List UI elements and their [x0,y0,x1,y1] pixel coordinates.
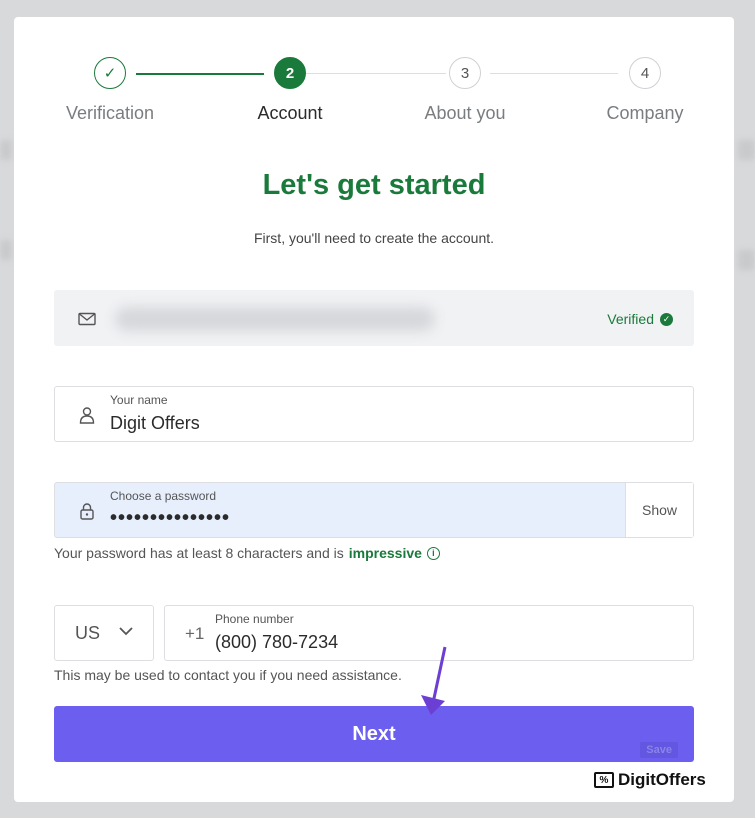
next-button[interactable]: Next Save [54,706,694,762]
verified-badge: Verified ✓ [607,311,673,327]
digitoffers-logo: % DigitOffers [594,770,706,790]
verified-label: Verified [607,311,654,327]
phone-prefix: +1 [185,624,205,643]
lock-icon [77,501,97,521]
save-tag: Save [640,742,678,758]
password-strength: impressive [348,545,422,561]
show-password-button[interactable]: Show [625,483,693,537]
password-input[interactable]: Choose a password ••••••••••••••• Show [54,482,694,538]
chevron-down-icon [118,623,134,644]
step-about-you[interactable]: 3 About you [385,57,545,124]
country-value: US [75,622,101,643]
redacted-email [115,307,435,331]
step-company[interactable]: 4 Company [565,57,725,124]
user-icon [77,405,97,425]
password-strength-hint: Your password has at least 8 characters … [54,545,440,561]
progress-stepper: ✓ Verification 2 Account 3 About you 4 C… [14,17,734,157]
page-title: Let's get started [262,169,486,201]
name-label: Your name [110,393,168,407]
name-input[interactable]: Your name Digit Offers [54,386,694,442]
check-circle-icon: ✓ [660,312,673,326]
step-label: About you [424,103,506,123]
phone-value: (800) 780-7234 [215,632,339,652]
signup-modal: ✓ Verification 2 Account 3 About you 4 C… [14,17,734,802]
phone-label: Phone number [215,612,294,626]
password-value: ••••••••••••••• [110,507,231,529]
step-number: 2 [274,57,306,89]
name-value: Digit Offers [110,413,200,433]
background-blur [0,240,12,260]
step-label: Verification [65,103,155,123]
next-label: Next [352,722,396,745]
step-number: 4 [629,57,661,89]
background-blur [738,250,755,270]
step-account[interactable]: 2 Account [210,57,370,124]
step-label: Account [257,103,323,123]
email-field: Verified ✓ [54,290,694,346]
info-icon[interactable]: i [426,546,440,560]
password-hint-text: Your password has at least 8 characters … [54,545,344,561]
password-label: Choose a password [110,489,217,503]
country-select[interactable]: US [54,605,154,661]
mail-icon [77,309,97,329]
page-subtitle: First, you'll need to create the account… [253,230,495,246]
background-blur [738,140,755,160]
annotation-arrow-icon [421,646,447,715]
watermark-text: DigitOffers [618,770,706,789]
step-number: 3 [449,57,481,89]
background-blur [0,140,12,160]
phone-hint: This may be used to contact you if you n… [54,667,402,683]
step-label: Company [606,103,684,123]
percent-icon: % [594,772,614,788]
check-icon: ✓ [94,57,126,89]
step-verification[interactable]: ✓ Verification [30,57,190,124]
